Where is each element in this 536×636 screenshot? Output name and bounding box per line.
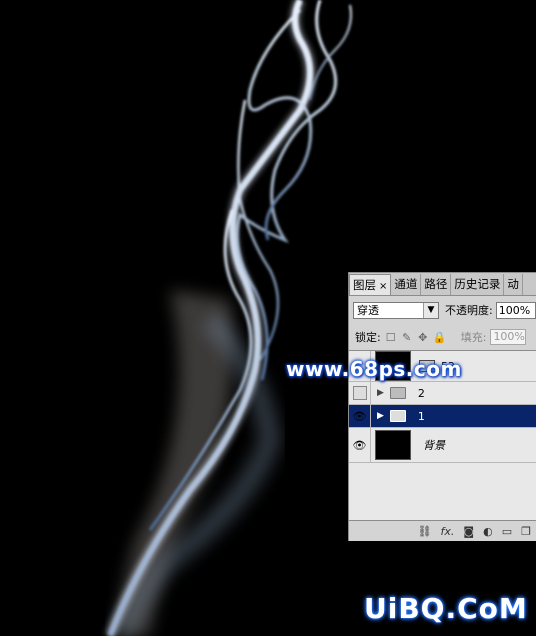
brand-logo: UiBQ.CoM: [364, 592, 528, 625]
layer-name: 1: [417, 409, 425, 423]
mask-icon[interactable]: ◙: [463, 525, 474, 538]
layer-thumbnail: [375, 430, 411, 460]
tab-actions[interactable]: 动: [504, 274, 523, 295]
close-icon[interactable]: ×: [379, 281, 387, 292]
tab-layers[interactable]: 图层 ×: [349, 274, 392, 295]
layer-row-1[interactable]: 👁 ▶ 1: [349, 405, 536, 428]
blend-mode-select[interactable]: 穿透 ▼: [353, 301, 439, 319]
opacity-label: 不透明度:: [445, 304, 493, 317]
lock-all-icon[interactable]: 🔒: [433, 331, 447, 344]
blend-mode-value: 穿透: [357, 303, 379, 317]
lock-pixels-icon[interactable]: ✎: [401, 331, 413, 344]
panel-tabs: 图层 × 通道 路径 历史记录 动: [349, 273, 536, 296]
link-icon[interactable]: ⛓: [418, 525, 432, 538]
fill-label: 填充:: [460, 331, 487, 344]
opacity-input[interactable]: 100%: [495, 301, 536, 319]
visibility-toggle[interactable]: 👁: [349, 405, 371, 427]
layer-name: 背景: [423, 439, 445, 452]
visibility-toggle[interactable]: 👁: [349, 428, 371, 462]
tab-paths[interactable]: 路径: [421, 274, 452, 295]
visibility-toggle[interactable]: [349, 382, 371, 404]
tab-history[interactable]: 历史记录: [451, 274, 505, 295]
lock-transparency-icon[interactable]: ☐: [385, 331, 397, 344]
eye-icon: 👁: [352, 438, 367, 452]
lock-label: 锁定:: [355, 331, 381, 344]
panel-footer: ⛓ fx. ◙ ◐ ▭ ❐: [349, 520, 536, 541]
eye-icon: 👁: [352, 409, 367, 423]
hidden-box-icon: [352, 386, 367, 400]
blend-row: 穿透 ▼ 不透明度: 100%: [353, 300, 536, 320]
chevron-down-icon: ▼: [423, 302, 438, 318]
layer-name: 2: [417, 386, 425, 400]
layer-row-background[interactable]: 👁 背景: [349, 428, 536, 463]
new-layer-icon[interactable]: ❐: [521, 525, 531, 538]
layers-panel: 图层 × 通道 路径 历史记录 动 穿透 ▼ 不透明度: 100% 锁定: ☐ ✎…: [348, 272, 536, 541]
lock-position-icon[interactable]: ✥: [417, 331, 429, 344]
fx-icon[interactable]: fx.: [441, 525, 455, 538]
fill-input[interactable]: 100%: [490, 329, 527, 345]
expand-triangle-icon[interactable]: ▶: [377, 411, 384, 421]
expand-triangle-icon[interactable]: ▶: [377, 388, 384, 398]
lock-row: 锁定: ☐ ✎ ✥ 🔒 填充: 100%: [355, 327, 536, 347]
watermark-text: www.68ps.com: [286, 357, 462, 381]
layer-row-2[interactable]: ▶ 2: [349, 382, 536, 405]
folder-icon[interactable]: ▭: [502, 525, 512, 538]
folder-icon: [389, 387, 406, 399]
folder-icon: [389, 410, 406, 422]
tab-channels[interactable]: 通道: [391, 274, 422, 295]
adjustment-icon[interactable]: ◐: [483, 525, 493, 538]
